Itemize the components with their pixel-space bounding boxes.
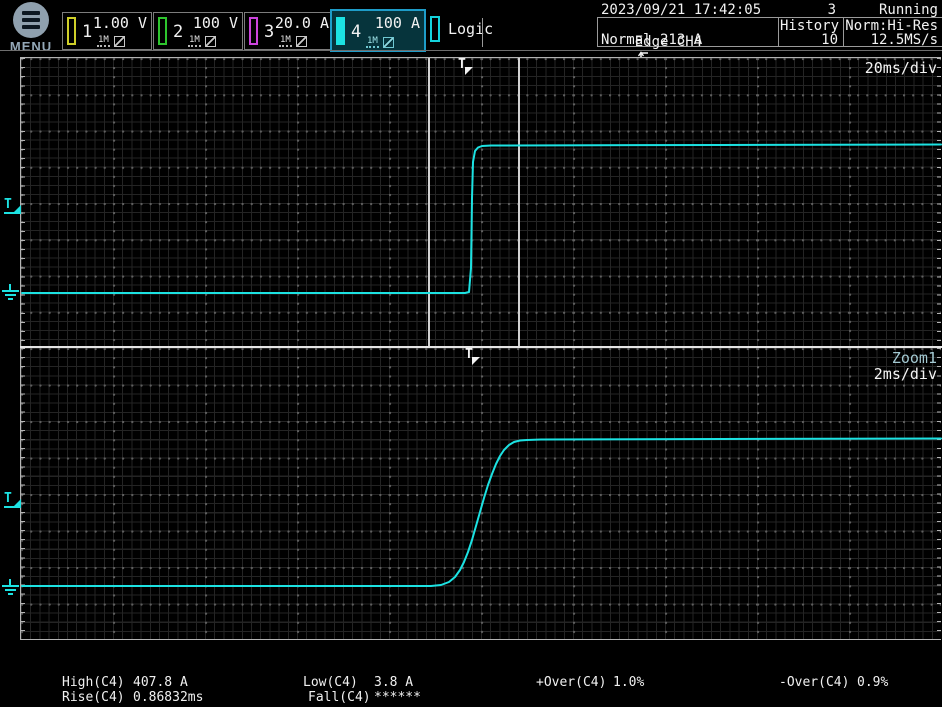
channel-2-color-bracket bbox=[158, 17, 167, 45]
hamburger-icon bbox=[13, 2, 49, 38]
oscilloscope-screen: MENU 1 1.00 V 1M 2 100 V 1M 3 20.0 A 1M … bbox=[0, 0, 942, 707]
acquisition-count: 3 bbox=[760, 2, 836, 18]
trigger-mode: Normal 213 A bbox=[601, 32, 702, 48]
zoom1-waveform-window: T Zoom1 2ms/div bbox=[20, 348, 941, 640]
logic-label: Logic bbox=[448, 20, 493, 38]
probe-icon bbox=[205, 36, 216, 47]
channel-1-number: 1 bbox=[82, 22, 92, 42]
channel-4-number: 4 bbox=[351, 22, 361, 42]
menu-button[interactable]: MENU bbox=[6, 2, 56, 54]
channel-3-color-bracket bbox=[249, 17, 258, 45]
meas-low-value: 3.8 A bbox=[374, 675, 413, 690]
ch4-waveform-main bbox=[21, 58, 942, 347]
logic-button[interactable]: Logic bbox=[430, 14, 502, 48]
channel-4-color-bracket bbox=[336, 17, 345, 45]
impedance-1M-icon: 1M bbox=[279, 36, 292, 47]
meas-fall-label: Fall(C4) bbox=[308, 690, 371, 705]
channel-1-box[interactable]: 1 1.00 V 1M bbox=[62, 12, 152, 50]
meas-pover-value: 1.0% bbox=[613, 675, 644, 690]
channel-4-scale: 100 A bbox=[375, 14, 420, 32]
meas-high-label: High(C4) bbox=[62, 675, 125, 690]
meas-rise-value: 0.86832ms bbox=[133, 690, 203, 705]
meas-pover-label: +Over(C4) bbox=[536, 675, 606, 690]
probe-icon bbox=[296, 36, 307, 47]
ch4-ground-marker-main[interactable] bbox=[2, 284, 19, 301]
channel-1-color-bracket bbox=[67, 17, 76, 45]
meas-low-label: Low(C4) bbox=[303, 675, 358, 690]
history-value: 10 bbox=[780, 32, 838, 48]
channel-4-box-selected[interactable]: 4 100 A 1M bbox=[330, 9, 426, 52]
impedance-1M-icon: 1M bbox=[366, 37, 379, 48]
meas-nover-label: -Over(C4) bbox=[779, 675, 849, 690]
channel-3-number: 3 bbox=[264, 22, 274, 42]
probe-icon bbox=[114, 36, 125, 47]
ch4-waveform-zoom bbox=[21, 348, 942, 640]
ch4-ground-marker-zoom[interactable] bbox=[2, 579, 19, 596]
meas-rise-label: Rise(C4) bbox=[62, 690, 125, 705]
run-state[interactable]: Running bbox=[845, 2, 938, 18]
meas-high-value: 407.8 A bbox=[133, 675, 188, 690]
channel-1-scale: 1.00 V bbox=[93, 14, 147, 32]
logic-color-bracket bbox=[430, 16, 440, 42]
channel-2-box[interactable]: 2 100 V 1M bbox=[153, 12, 243, 50]
main-waveform-window: T 20ms/div bbox=[20, 57, 941, 346]
sample-rate: 12.5MS/s bbox=[845, 32, 938, 48]
meas-nover-value: 0.9% bbox=[857, 675, 888, 690]
impedance-1M-icon: 1M bbox=[188, 36, 201, 47]
meas-fall-value: ****** bbox=[374, 690, 421, 705]
impedance-1M-icon: 1M bbox=[97, 36, 110, 47]
trigger-level-marker-main[interactable]: T bbox=[4, 199, 21, 211]
channel-3-box[interactable]: 3 20.0 A 1M bbox=[244, 12, 334, 50]
probe-icon bbox=[383, 37, 394, 48]
trigger-level-marker-zoom[interactable]: T bbox=[4, 493, 21, 505]
channel-2-scale: 100 V bbox=[193, 14, 238, 32]
channel-3-scale: 20.0 A bbox=[275, 14, 329, 32]
datetime: 2023/09/21 17:42:05 bbox=[601, 2, 761, 18]
menu-label: MENU bbox=[6, 39, 56, 54]
channel-2-number: 2 bbox=[173, 22, 183, 42]
